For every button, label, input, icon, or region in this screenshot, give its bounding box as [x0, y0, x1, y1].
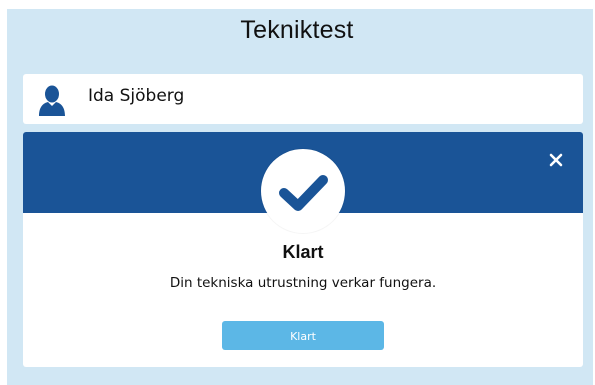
dialog-heading: Klart	[282, 242, 324, 262]
done-button[interactable]: Klart	[222, 321, 384, 350]
close-icon[interactable]	[547, 151, 565, 169]
user-silhouette-icon	[37, 84, 67, 116]
success-badge	[261, 149, 345, 233]
dialog-message: Din tekniska utrustning verkar fungera.	[169, 275, 437, 291]
checkmark-icon	[279, 175, 328, 211]
user-card: Ida Sjöberg	[23, 74, 583, 124]
page-title: Tekniktest	[240, 16, 354, 44]
result-dialog: Klart Din tekniska utrustning verkar fun…	[23, 132, 583, 367]
user-name: Ida Sjöberg	[88, 86, 185, 106]
